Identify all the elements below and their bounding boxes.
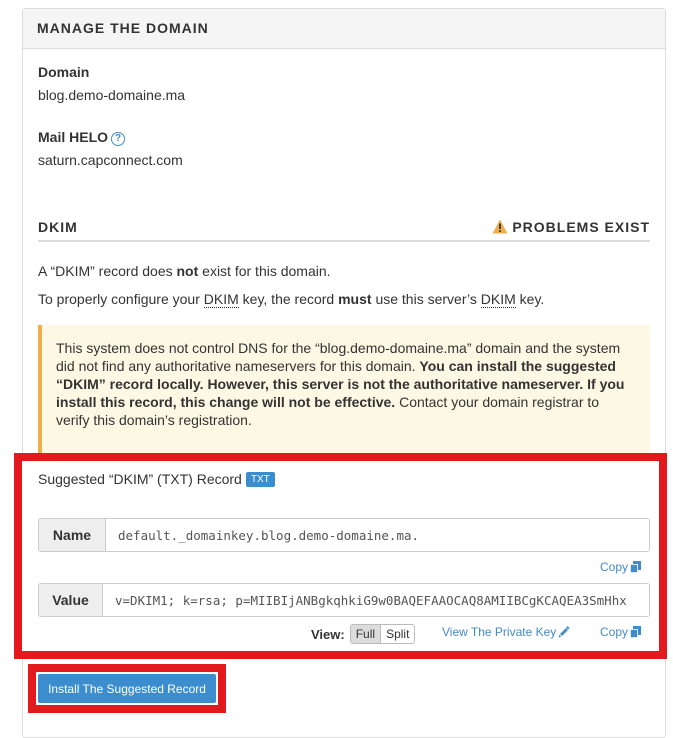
copy-label: Copy: [599, 560, 628, 574]
name-field[interactable]: Name default._domainkey.blog.demo-domain…: [38, 518, 650, 552]
text-part: key, the record: [238, 291, 339, 307]
name-value[interactable]: default._domainkey.blog.demo-domaine.ma.: [106, 519, 649, 551]
text-part: A “DKIM” record does: [38, 263, 177, 279]
text-part: key.: [515, 291, 545, 307]
dkim-abbr: DKIM: [480, 291, 516, 308]
dkim-divider: [38, 240, 650, 242]
copy-icon: [630, 561, 641, 573]
dkim-missing-text: A “DKIM” record does not exist for this …: [38, 263, 331, 279]
warning-icon: [492, 219, 508, 234]
dkim-status: PROBLEMS EXIST: [492, 219, 650, 235]
copy-value-link[interactable]: Copy: [600, 625, 641, 639]
view-label: View:: [311, 626, 345, 642]
copy-icon: [630, 626, 641, 638]
view-full-button[interactable]: Full: [350, 625, 382, 643]
suggested-record-title-text: Suggested “DKIM” (TXT) Record: [38, 471, 242, 487]
copy-name-link[interactable]: Copy: [600, 560, 641, 574]
text-part: use this server’s: [371, 291, 481, 307]
panel-title: MANAGE THE DOMAIN: [23, 9, 665, 49]
text-part: To properly configure your: [38, 291, 204, 307]
value-value[interactable]: v=DKIM1; k=rsa; p=MIIBIjANBgkqhkiG9w0BAQ…: [103, 584, 649, 616]
text-bold: must: [338, 291, 372, 307]
mail-helo-value: saturn.capconnect.com: [38, 152, 183, 168]
private-key-label: View The Private Key: [442, 625, 557, 639]
value-field[interactable]: Value v=DKIM1; k=rsa; p=MIIBIjANBgkqhkiG…: [38, 583, 650, 617]
view-toggle: View: Full Split: [311, 624, 416, 644]
view-split-button[interactable]: Split: [381, 625, 414, 643]
pencil-icon: [558, 626, 570, 638]
domain-value: blog.demo-domaine.ma: [38, 87, 186, 103]
suggested-record-title: Suggested “DKIM” (TXT) Record TXT: [38, 471, 275, 487]
help-icon[interactable]: ?: [111, 132, 126, 146]
install-suggested-record-button[interactable]: Install The Suggested Record: [38, 674, 216, 703]
value-addon-label: Value: [39, 584, 103, 616]
domain-label: Domain: [38, 64, 90, 80]
txt-badge: TXT: [245, 472, 275, 487]
copy-label: Copy: [599, 625, 628, 639]
dkim-abbr: DKIM: [203, 291, 239, 308]
mail-helo-label-text: Mail HELO: [38, 129, 109, 145]
dns-warning-alert: This system does not control DNS for the…: [38, 325, 650, 455]
dkim-section-title: DKIM: [38, 219, 78, 235]
dkim-configure-text: To properly configure your DKIM key, the…: [38, 291, 545, 308]
mail-helo-label: Mail HELO?: [38, 129, 126, 146]
name-addon-label: Name: [39, 519, 106, 551]
view-button-group: Full Split: [349, 624, 416, 644]
dkim-status-text: PROBLEMS EXIST: [512, 219, 650, 235]
text-bold: not: [176, 263, 199, 279]
text-part: exist for this domain.: [198, 263, 331, 279]
view-private-key-link[interactable]: View The Private Key: [442, 625, 570, 639]
